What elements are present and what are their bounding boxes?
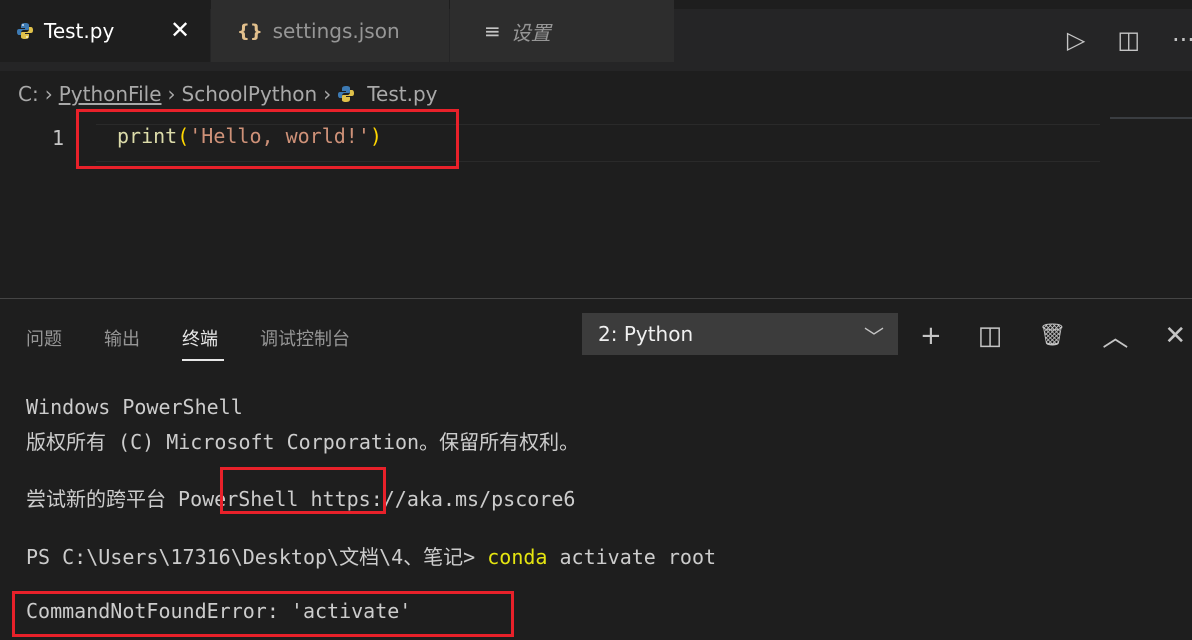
annotation-box-code [76,109,459,169]
run-icon[interactable]: ▷ [1067,26,1085,54]
terminal-prompt: PS C:\Users\17316\Desktop\文档\4、笔记> [26,545,488,569]
tab-settings-ui[interactable]: ≡ 设置 [450,0,674,62]
split-editor-icon[interactable]: ◫ [1117,26,1140,54]
breadcrumb: C: › PythonFile › SchoolPython › Test.py [18,82,438,106]
close-tab-icon[interactable]: ✕ [170,16,190,44]
line-number: 1 [52,126,65,150]
editor-actions: ▷ ◫ ··· [1067,9,1192,71]
maximize-panel-icon[interactable]: ︿ [1102,317,1128,354]
terminal-select[interactable]: 2: Python ﹀ [582,313,898,355]
active-tab-indicator [182,359,224,361]
panel-tab-problems[interactable]: 问题 [26,325,62,351]
chevron-right-icon: › [44,82,53,106]
terminal-args: activate root [547,545,717,569]
tab-test-py[interactable]: Test.py ✕ [0,0,210,62]
terminal-command: conda [487,545,548,569]
settings-list-icon: ≡ [484,19,501,43]
tab-label: Test.py [44,19,115,43]
terminal-text: 尝试新的跨平台 [26,487,179,511]
split-terminal-icon[interactable]: ◫ [978,321,1003,351]
minimap[interactable] [1110,117,1192,119]
terminal-select-value: 2: Python [598,322,694,346]
new-terminal-icon[interactable]: + [920,321,942,351]
python-icon [338,86,355,102]
terminal-line: Windows PowerShell [26,395,243,419]
chevron-right-icon: › [323,82,332,106]
annotation-box-powershell [220,467,386,514]
panel-actions: + ◫ 🗑 ︿ ✕ [920,317,1186,354]
close-panel-icon[interactable]: ✕ [1164,321,1186,351]
breadcrumb-folder[interactable]: SchoolPython [182,82,318,106]
annotation-box-error [12,591,514,637]
chevron-right-icon: › [167,82,176,106]
breadcrumb-drive[interactable]: C: [18,82,39,106]
json-icon: {} [237,20,263,42]
tab-label: settings.json [272,19,400,43]
trash-icon[interactable]: 🗑 [1038,323,1066,348]
bottom-panel: 问题 输出 终端 调试控制台 2: Python ﹀ + ◫ 🗑 ︿ ✕ Win… [0,298,1192,640]
terminal-prompt-line: PS C:\Users\17316\Desktop\文档\4、笔记> conda… [26,541,716,570]
breadcrumb-folder[interactable]: PythonFile [59,82,162,106]
terminal-line: 版权所有 (C) Microsoft Corporation。保留所有权利。 [26,430,580,454]
chevron-down-icon: ﹀ [864,325,884,349]
python-icon [17,23,33,39]
panel-tab-output[interactable]: 输出 [104,325,140,351]
tab-label: 设置 [510,20,551,45]
more-actions-icon[interactable]: ··· [1172,26,1192,54]
breadcrumb-file[interactable]: Test.py [367,82,437,106]
panel-tab-debug-console[interactable]: 调试控制台 [260,325,350,351]
tab-settings-json[interactable]: {} settings.json [211,0,449,62]
panel-tab-terminal[interactable]: 终端 [182,325,218,351]
